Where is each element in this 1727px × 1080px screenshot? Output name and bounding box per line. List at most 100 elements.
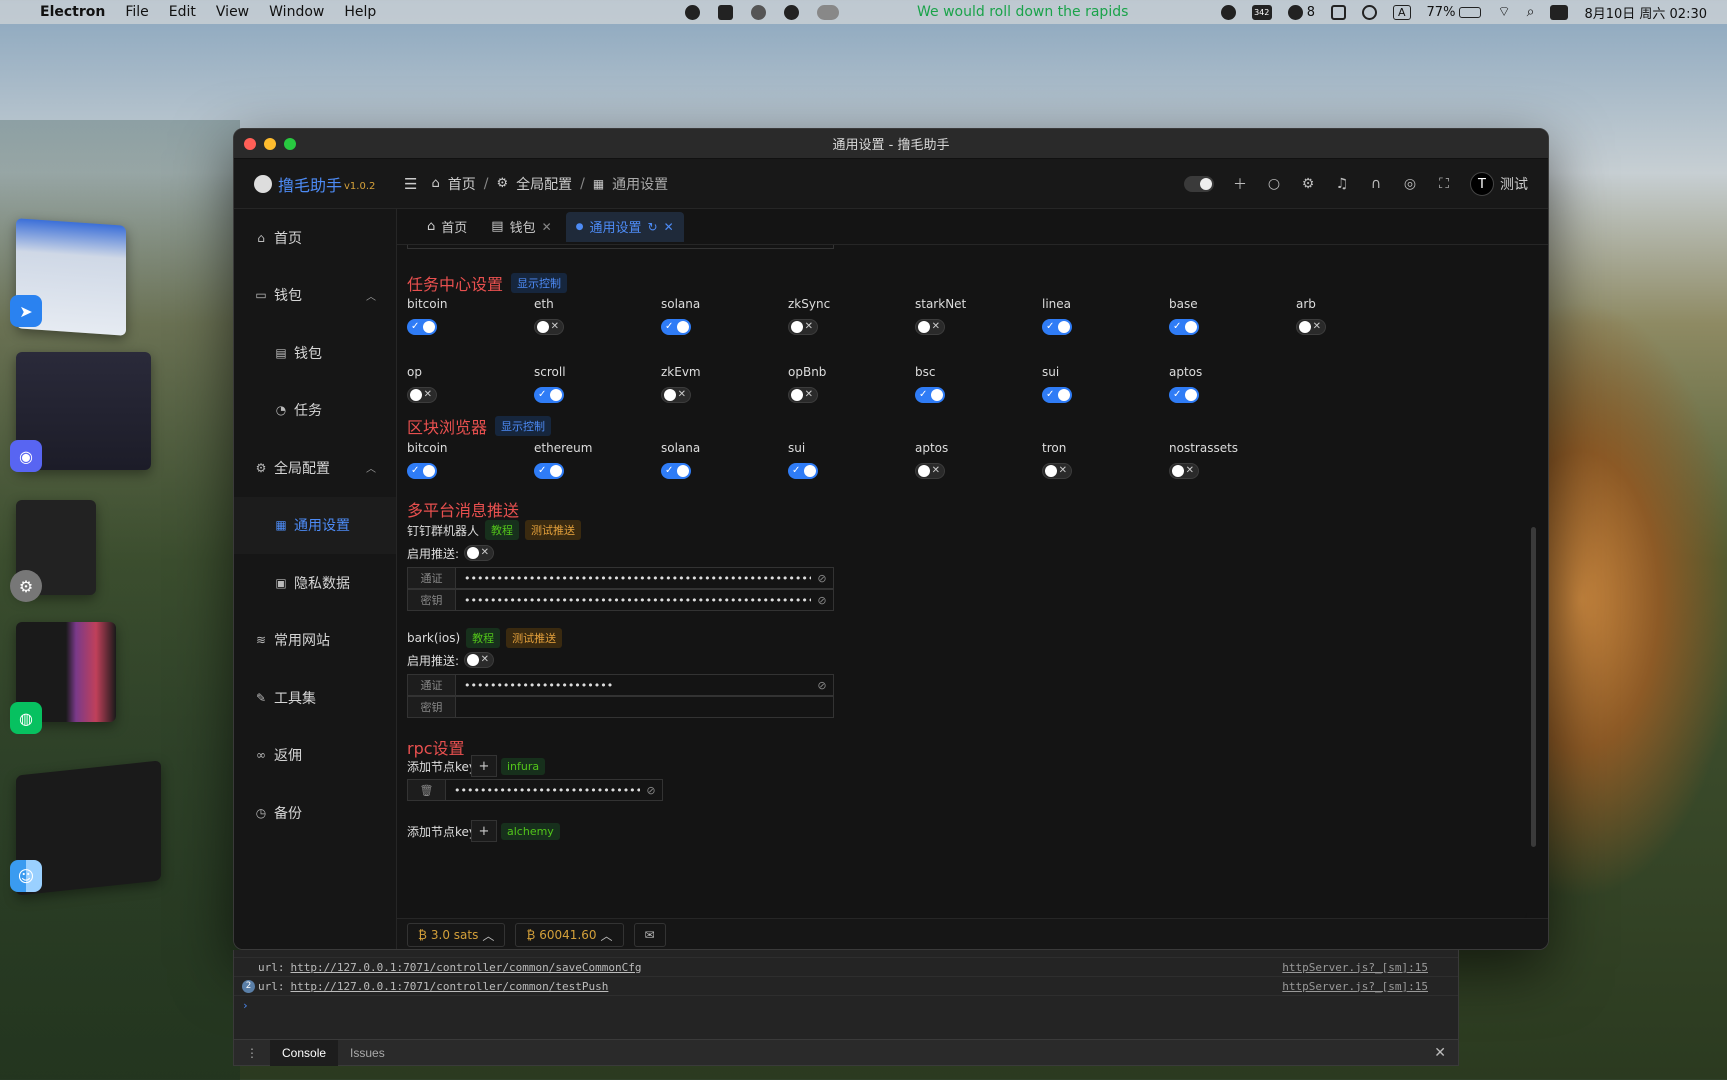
steam-icon[interactable]	[784, 4, 799, 20]
mail-button[interactable]: ✉	[633, 923, 666, 947]
system-settings-icon[interactable]: ⚙	[10, 570, 42, 602]
wechat-status[interactable]: 8	[1287, 4, 1315, 20]
discord-icon[interactable]: ◉	[10, 440, 42, 472]
vpn-icon[interactable]	[1220, 4, 1236, 20]
eye-off-icon[interactable]: ⊘	[811, 679, 833, 692]
tutorial-tag[interactable]: 教程	[485, 520, 520, 540]
console-url-link[interactable]: http://127.0.0.1:7071/controller/common/…	[291, 961, 642, 974]
menu-help[interactable]: Help	[344, 4, 376, 20]
sidebar-item-task[interactable]: ◔ 任务	[234, 382, 396, 440]
test-push-button[interactable]: 测试推送	[506, 628, 563, 648]
tab-home[interactable]: ⌂ 首页	[417, 212, 477, 242]
window-titlebar[interactable]: 通用设置 - 撸毛助手	[234, 129, 1548, 159]
display-control-tag[interactable]: 显示控制	[511, 273, 568, 293]
menu-window[interactable]: Window	[269, 4, 324, 20]
toggle-switch-opbnb[interactable]	[788, 387, 818, 403]
trash-icon[interactable]: 🗑	[408, 780, 446, 800]
record-icon[interactable]	[685, 4, 700, 20]
toggle-switch-bsc[interactable]	[915, 387, 945, 403]
tab-issues[interactable]: Issues	[338, 1040, 397, 1066]
sidebar-item-rebate[interactable]: ∞ 返佣	[234, 727, 396, 785]
cloud-icon[interactable]	[817, 4, 839, 20]
figure-icon[interactable]	[751, 4, 766, 20]
minimize-window-button[interactable]	[264, 138, 276, 150]
play-icon[interactable]	[1362, 4, 1377, 20]
tab-general-settings[interactable]: ● 通用设置 ↻ ✕	[565, 211, 684, 242]
control-center-icon[interactable]	[1550, 4, 1569, 20]
pointer-app-icon[interactable]: ➤	[10, 295, 42, 327]
menu-file[interactable]: File	[125, 4, 148, 20]
breadcrumb-home[interactable]: 首页	[448, 174, 476, 194]
plus-icon[interactable]: ＋	[1232, 176, 1248, 193]
toggle-switch-solana[interactable]	[661, 463, 691, 479]
sidebar-item-global-config[interactable]: ⚙ 全局配置 ︿	[234, 439, 396, 497]
wechat-app-icon[interactable]: ◍	[10, 702, 42, 734]
music-ticker[interactable]: We would roll down the rapids	[917, 4, 1128, 20]
toggle-switch-bitcoin[interactable]	[407, 463, 437, 479]
user-menu[interactable]: T 测试	[1470, 172, 1528, 196]
sidebar-item-sites[interactable]: ≋ 常用网站	[234, 612, 396, 670]
display-control-tag[interactable]: 显示控制	[495, 416, 552, 436]
alchemy-tag[interactable]: alchemy	[501, 823, 560, 840]
dingtalk-enable-switch[interactable]	[464, 545, 494, 561]
toggle-switch-arb[interactable]	[1296, 319, 1326, 335]
battery-status[interactable]: 77%	[1427, 5, 1482, 20]
infura-tag[interactable]: infura	[501, 758, 546, 775]
search-icon[interactable]: ⌕	[1527, 4, 1535, 20]
console-source-link[interactable]: httpServer.js?_[sm]:15	[1282, 961, 1428, 974]
eye-off-icon[interactable]: ⊘	[811, 594, 833, 607]
sidebar-item-backup[interactable]: ◷ 备份	[234, 784, 396, 842]
toggle-switch-ethereum[interactable]	[534, 463, 564, 479]
fullscreen-icon[interactable]: ⛶	[1436, 176, 1452, 192]
clock-datetime[interactable]: 8月10日 周六 02:30	[1584, 3, 1707, 22]
close-window-button[interactable]	[244, 138, 256, 150]
search-icon[interactable]: ○	[1266, 176, 1282, 192]
menu-app-name[interactable]: Electron	[40, 4, 105, 20]
wifi-icon[interactable]: ⌔	[1497, 3, 1510, 21]
toggle-switch-zkevm[interactable]	[661, 387, 691, 403]
pointer-app-icon[interactable]	[718, 4, 733, 20]
tab-wallet[interactable]: ▤ 钱包 ✕	[481, 212, 561, 242]
kebab-menu-icon[interactable]: ⋮	[234, 1040, 270, 1066]
finder-icon[interactable]: ☺	[10, 860, 42, 892]
eye-off-icon[interactable]: ⊘	[811, 572, 833, 585]
content-scrollbar[interactable]	[1531, 527, 1536, 847]
sidebar-item-home[interactable]: ⌂ 首页	[234, 209, 396, 267]
toggle-switch-starknet[interactable]	[915, 319, 945, 335]
sidebar-item-tools[interactable]: ✎ 工具集	[234, 669, 396, 727]
close-icon[interactable]: ✕	[1434, 1044, 1446, 1061]
eye-off-icon[interactable]: ⊘	[640, 784, 662, 797]
toggle-switch-op[interactable]	[407, 387, 437, 403]
btc-price-button[interactable]: ₿ 60041.60 ︿	[515, 923, 624, 947]
menu-edit[interactable]: Edit	[169, 4, 196, 20]
console-prompt[interactable]: ›	[234, 996, 1458, 1015]
toggle-switch-aptos[interactable]	[915, 463, 945, 479]
tutorial-tag[interactable]: 教程	[466, 628, 501, 648]
globe-icon[interactable]: ◎	[1402, 176, 1418, 192]
console-source-link[interactable]: httpServer.js?_[sm]:15	[1282, 980, 1428, 993]
bell-icon[interactable]: ♫	[1334, 176, 1350, 192]
test-push-button[interactable]: 测试推送	[525, 520, 582, 540]
toggle-switch-scroll[interactable]	[534, 387, 564, 403]
add-node-key-button[interactable]: +	[471, 755, 497, 777]
sidebar-item-wallet-group[interactable]: ▭ 钱包 ︿	[234, 267, 396, 325]
bark-secret-field[interactable]: 密钥	[407, 696, 834, 718]
app-logo[interactable]: 撸毛助手 v1.0.2	[234, 172, 394, 196]
sidebar-item-general-settings[interactable]: ▦ 通用设置	[234, 496, 396, 554]
settings-icon[interactable]: ⚙	[1300, 176, 1316, 192]
headset-icon[interactable]: ∩	[1368, 176, 1384, 192]
toggle-switch-sui[interactable]	[1042, 387, 1072, 403]
toggle-switch-eth[interactable]	[534, 319, 564, 335]
breadcrumb-global-config[interactable]: 全局配置	[516, 174, 572, 194]
bark-enable-switch[interactable]	[464, 652, 494, 668]
screen-icon[interactable]	[1331, 4, 1346, 20]
toggle-switch-solana[interactable]	[661, 319, 691, 335]
toggle-switch-tron[interactable]	[1042, 463, 1072, 479]
calendar-badge-icon[interactable]: 342	[1251, 4, 1272, 20]
theme-toggle[interactable]	[1184, 176, 1214, 192]
dingtalk-token-field[interactable]: 通证 •••••••••••••••••••••••••••••••••••••…	[407, 567, 834, 589]
toggle-switch-bitcoin[interactable]	[407, 319, 437, 335]
input-method[interactable]: A	[1393, 4, 1411, 20]
toggle-switch-linea[interactable]	[1042, 319, 1072, 335]
refresh-icon[interactable]: ↻	[648, 220, 658, 234]
